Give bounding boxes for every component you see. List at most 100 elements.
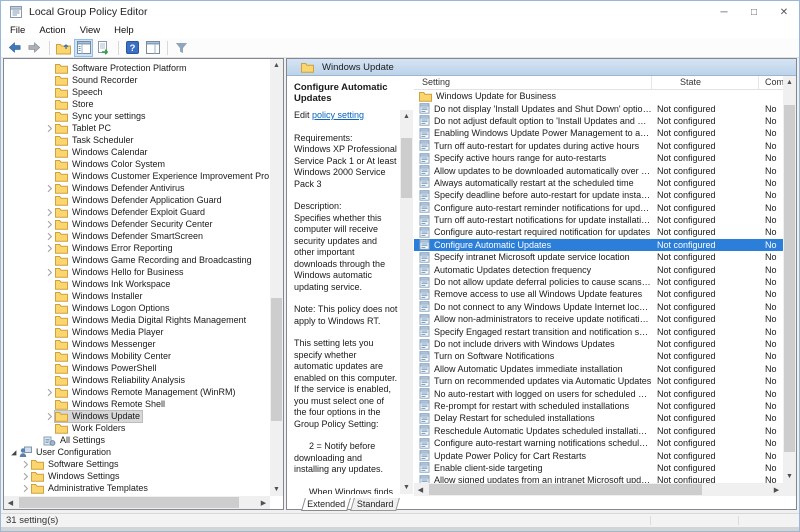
chevron-collapsed-icon[interactable] — [44, 220, 55, 229]
scroll-thumb[interactable] — [401, 138, 412, 198]
settings-row[interactable]: Configure auto-restart reminder notifica… — [414, 202, 783, 214]
tree-item[interactable]: Windows Installer — [4, 290, 269, 302]
settings-row[interactable]: Re-prompt for restart with scheduled ins… — [414, 400, 783, 412]
settings-row[interactable]: Specify deadline before auto-restart for… — [414, 189, 783, 201]
scroll-right-arrow[interactable]: ▶ — [257, 496, 270, 509]
settings-row[interactable]: Specify intranet Microsoft update servic… — [414, 251, 783, 263]
settings-row[interactable]: Windows Update for Business — [414, 90, 783, 102]
tree-item[interactable]: Windows Defender Security Center — [4, 218, 269, 230]
tree-item[interactable]: All Settings — [4, 434, 269, 446]
scroll-down-arrow[interactable]: ▼ — [400, 481, 413, 494]
settings-row[interactable]: No auto-restart with logged on users for… — [414, 387, 783, 399]
settings-row[interactable]: Delay Restart for scheduled installation… — [414, 412, 783, 424]
scroll-thumb[interactable] — [784, 105, 795, 452]
tree-item[interactable]: Windows PowerShell — [4, 362, 269, 374]
tree-item[interactable]: Software Settings — [4, 458, 269, 470]
help-icon[interactable]: ? — [123, 39, 142, 57]
menu-view[interactable]: View — [73, 23, 107, 38]
tree-item[interactable]: Windows Error Reporting — [4, 242, 269, 254]
tree-item[interactable]: Work Folders — [4, 422, 269, 434]
chevron-collapsed-icon[interactable] — [20, 460, 31, 469]
settings-row[interactable]: Configure auto-restart warning notificat… — [414, 437, 783, 449]
tree-item[interactable]: Windows Remote Shell — [4, 398, 269, 410]
tree-item[interactable]: Windows Defender Exploit Guard — [4, 206, 269, 218]
tab-extended[interactable]: Extended — [301, 498, 351, 511]
scroll-up-arrow[interactable]: ▲ — [400, 110, 413, 123]
chevron-collapsed-icon[interactable] — [20, 472, 31, 481]
tree-item[interactable]: Windows Defender Application Guard — [4, 194, 269, 206]
chevron-collapsed-icon[interactable] — [44, 412, 55, 421]
scroll-thumb[interactable] — [271, 298, 282, 422]
tree-item[interactable]: Windows Messenger — [4, 338, 269, 350]
tree-item[interactable]: Windows Logon Options — [4, 302, 269, 314]
chevron-collapsed-icon[interactable] — [44, 124, 55, 133]
menu-file[interactable]: File — [3, 23, 32, 38]
settings-row[interactable]: Allow Automatic Updates immediate instal… — [414, 363, 783, 375]
tree-item[interactable]: Windows Settings — [4, 470, 269, 482]
forward-icon[interactable] — [25, 39, 44, 57]
settings-row[interactable]: Reschedule Automatic Updates scheduled i… — [414, 425, 783, 437]
settings-row[interactable]: Enable client-side targeting Not configur… — [414, 462, 783, 474]
chevron-collapsed-icon[interactable] — [44, 244, 55, 253]
settings-row[interactable]: Allow non-administrators to receive upda… — [414, 313, 783, 325]
scroll-down-arrow[interactable]: ▼ — [270, 483, 283, 496]
tree-item[interactable]: Administrative Templates — [4, 482, 269, 494]
chevron-expanded-icon[interactable] — [8, 448, 19, 457]
settings-row[interactable]: Specify active hours range for auto-rest… — [414, 152, 783, 164]
scroll-up-arrow[interactable]: ▲ — [270, 59, 283, 72]
column-header-state[interactable]: State — [652, 76, 759, 89]
tree-item[interactable]: Windows Remote Management (WinRM) — [4, 386, 269, 398]
chevron-collapsed-icon[interactable] — [20, 484, 31, 493]
scroll-down-arrow[interactable]: ▼ — [783, 470, 796, 483]
tree-vertical-scrollbar[interactable]: ▲ ▼ — [270, 59, 283, 496]
settings-row[interactable]: Turn off auto-restart notifications for … — [414, 214, 783, 226]
settings-row[interactable]: Allow updates to be downloaded automatic… — [414, 164, 783, 176]
tree-item[interactable]: Windows Update — [4, 409, 269, 423]
settings-row[interactable]: Turn on recommended updates via Automati… — [414, 375, 783, 387]
tree-item[interactable]: Windows Defender Antivirus — [4, 182, 269, 194]
settings-row[interactable]: Automatic Updates detection frequency Not… — [414, 263, 783, 275]
settings-row[interactable]: Do not include drivers with Windows Upda… — [414, 338, 783, 350]
tree-item[interactable]: Task Scheduler — [4, 134, 269, 146]
list-horizontal-scrollbar[interactable]: ◀ ▶ — [414, 483, 783, 496]
settings-row[interactable]: Turn off auto-restart for updates during… — [414, 140, 783, 152]
tree-item[interactable]: Windows Game Recording and Broadcasting — [4, 254, 269, 266]
scroll-up-arrow[interactable]: ▲ — [783, 76, 796, 89]
tree-item[interactable]: Software Protection Platform — [4, 62, 269, 74]
tree-item[interactable]: Tablet PC — [4, 122, 269, 134]
tree-item[interactable]: Sound Recorder — [4, 74, 269, 86]
tree-item[interactable]: Windows Defender SmartScreen — [4, 230, 269, 242]
up-one-level-icon[interactable] — [54, 39, 73, 57]
chevron-collapsed-icon[interactable] — [44, 388, 55, 397]
settings-row[interactable]: Do not adjust default option to 'Install… — [414, 115, 783, 127]
settings-row[interactable]: Update Power Policy for Cart Restarts Not… — [414, 449, 783, 461]
tree-item[interactable]: Windows Customer Experience Improvement … — [4, 170, 269, 182]
settings-row[interactable]: Always automatically restart at the sche… — [414, 177, 783, 189]
tree-item[interactable]: Windows Ink Workspace — [4, 278, 269, 290]
scroll-left-arrow[interactable]: ◀ — [4, 496, 17, 509]
tree-item[interactable]: Windows Color System — [4, 158, 269, 170]
scroll-left-arrow[interactable]: ◀ — [414, 483, 427, 496]
tree-item[interactable]: Windows Calendar — [4, 146, 269, 158]
chevron-collapsed-icon[interactable] — [44, 208, 55, 217]
tab-standard[interactable]: Standard — [350, 498, 400, 511]
tree-item[interactable]: Store — [4, 98, 269, 110]
tree-item[interactable]: Windows Media Player — [4, 326, 269, 338]
tree-item[interactable]: Windows Media Digital Rights Management — [4, 314, 269, 326]
menu-help[interactable]: Help — [107, 23, 141, 38]
scroll-thumb[interactable] — [429, 484, 702, 495]
filter-icon[interactable] — [172, 39, 191, 57]
list-vertical-scrollbar[interactable]: ▲ ▼ — [783, 76, 796, 483]
settings-row[interactable]: Do not display 'Install Updates and Shut… — [414, 102, 783, 114]
column-header-comment[interactable]: Comment — [759, 76, 783, 89]
menu-action[interactable]: Action — [32, 23, 72, 38]
tree-item[interactable]: Windows Hello for Business — [4, 266, 269, 278]
settings-row[interactable]: Configure auto-restart required notifica… — [414, 226, 783, 238]
tree-item[interactable]: Speech — [4, 86, 269, 98]
tree-item[interactable]: Sync your settings — [4, 110, 269, 122]
tree-item[interactable]: Windows Mobility Center — [4, 350, 269, 362]
chevron-collapsed-icon[interactable] — [44, 232, 55, 241]
maximize-button[interactable]: □ — [739, 1, 769, 23]
tree-item[interactable]: User Configuration — [4, 446, 269, 458]
settings-row[interactable]: Remove access to use all Windows Update … — [414, 288, 783, 300]
